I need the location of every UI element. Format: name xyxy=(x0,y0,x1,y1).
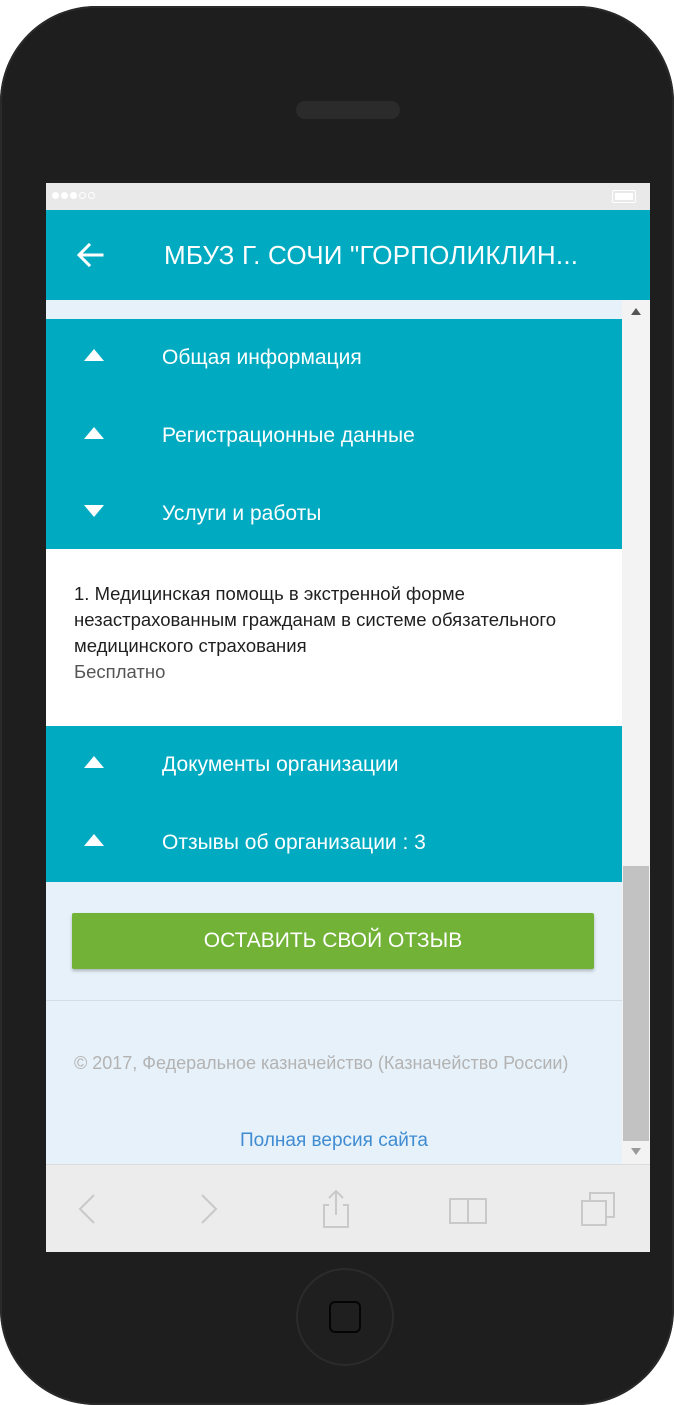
speaker-grille xyxy=(296,101,400,119)
service-item: 1. Медицинская помощь в экстренной форме… xyxy=(74,581,594,685)
service-description: 1. Медицинская помощь в экстренной форме… xyxy=(74,583,557,656)
accordion-item-general[interactable]: Общая информация xyxy=(46,319,622,397)
triangle-down-icon xyxy=(84,505,104,517)
accordion-item-reviews[interactable]: Отзывы об организации : 3 xyxy=(46,804,622,882)
app-header: МБУЗ Г. СОЧИ "ГОРПОЛИКЛИН... xyxy=(46,210,650,300)
book-icon[interactable] xyxy=(446,1187,490,1231)
full-version-link[interactable]: Полная версия сайта xyxy=(46,1130,622,1152)
status-bar xyxy=(46,183,650,210)
accordion-label: Регистрационные данные xyxy=(162,424,415,447)
home-square-icon xyxy=(329,1301,361,1333)
browser-toolbar xyxy=(46,1164,650,1252)
battery-icon xyxy=(612,190,636,203)
tabs-icon[interactable] xyxy=(576,1187,620,1231)
scroll-thumb[interactable] xyxy=(623,866,649,1141)
accordion-group-top: Общая информация Регистрационные данные … xyxy=(46,319,622,554)
services-panel: 1. Медицинская помощь в экстренной форме… xyxy=(46,549,622,726)
signal-icon xyxy=(52,192,95,199)
scroll-up-icon[interactable] xyxy=(631,308,641,315)
triangle-up-icon xyxy=(84,834,104,846)
triangle-up-icon xyxy=(84,427,104,439)
leave-review-button[interactable]: ОСТАВИТЬ СВОЙ ОТЗЫВ xyxy=(72,913,594,969)
accordion-item-documents[interactable]: Документы организации xyxy=(46,726,622,804)
triangle-up-icon xyxy=(84,756,104,768)
service-price: Бесплатно xyxy=(74,661,166,682)
screen: МБУЗ Г. СОЧИ "ГОРПОЛИКЛИН... Общая инфор… xyxy=(46,183,650,1252)
phone-frame: МБУЗ Г. СОЧИ "ГОРПОЛИКЛИН... Общая инфор… xyxy=(0,6,674,1405)
accordion-group-bottom: Документы организации Отзывы об организа… xyxy=(46,726,622,882)
accordion-item-services[interactable]: Услуги и работы xyxy=(46,475,622,553)
chevron-right-icon[interactable] xyxy=(186,1187,230,1231)
scroll-down-icon[interactable] xyxy=(631,1148,641,1155)
page-title: МБУЗ Г. СОЧИ "ГОРПОЛИКЛИН... xyxy=(164,240,579,270)
accordion-label: Общая информация xyxy=(162,346,362,369)
share-icon[interactable] xyxy=(314,1187,358,1231)
accordion-item-registration[interactable]: Регистрационные данные xyxy=(46,397,622,475)
chevron-left-icon[interactable] xyxy=(66,1187,110,1231)
home-button[interactable] xyxy=(296,1268,394,1366)
divider xyxy=(46,1000,622,1001)
triangle-up-icon xyxy=(84,349,104,361)
accordion-label: Отзывы об организации : 3 xyxy=(162,831,426,854)
accordion-label: Услуги и работы xyxy=(162,502,322,525)
copyright-text: © 2017, Федеральное казначейство (Казнач… xyxy=(74,1053,569,1073)
accordion-label: Документы организации xyxy=(162,753,399,776)
arrow-left-icon[interactable] xyxy=(76,242,104,268)
main-content: Общая информация Регистрационные данные … xyxy=(46,300,622,1164)
scrollbar[interactable] xyxy=(622,300,650,1164)
